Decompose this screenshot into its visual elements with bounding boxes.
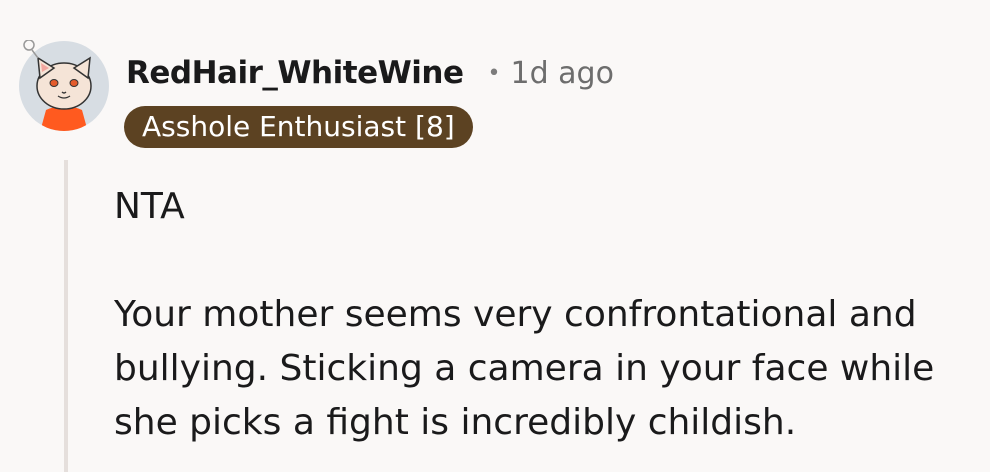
user-flair: Asshole Enthusiast [8] bbox=[124, 106, 473, 148]
separator-dot: • bbox=[487, 60, 501, 86]
username-link[interactable]: RedHair_WhiteWine bbox=[126, 55, 464, 91]
comment-body: NTA Your mother seems very confrontation… bbox=[114, 180, 974, 450]
thread-line[interactable] bbox=[64, 160, 68, 472]
comment-paragraph: Your mother seems very confrontational a… bbox=[114, 294, 935, 443]
comment-header: RedHair_WhiteWine • 1d ago bbox=[126, 50, 614, 96]
avatar[interactable] bbox=[18, 39, 110, 132]
timestamp-link[interactable]: 1d ago bbox=[511, 56, 614, 91]
comment-paragraph: NTA bbox=[114, 186, 185, 227]
comment: RedHair_WhiteWine • 1d ago Asshole Enthu… bbox=[0, 0, 990, 472]
cat-avatar-icon bbox=[19, 39, 109, 131]
